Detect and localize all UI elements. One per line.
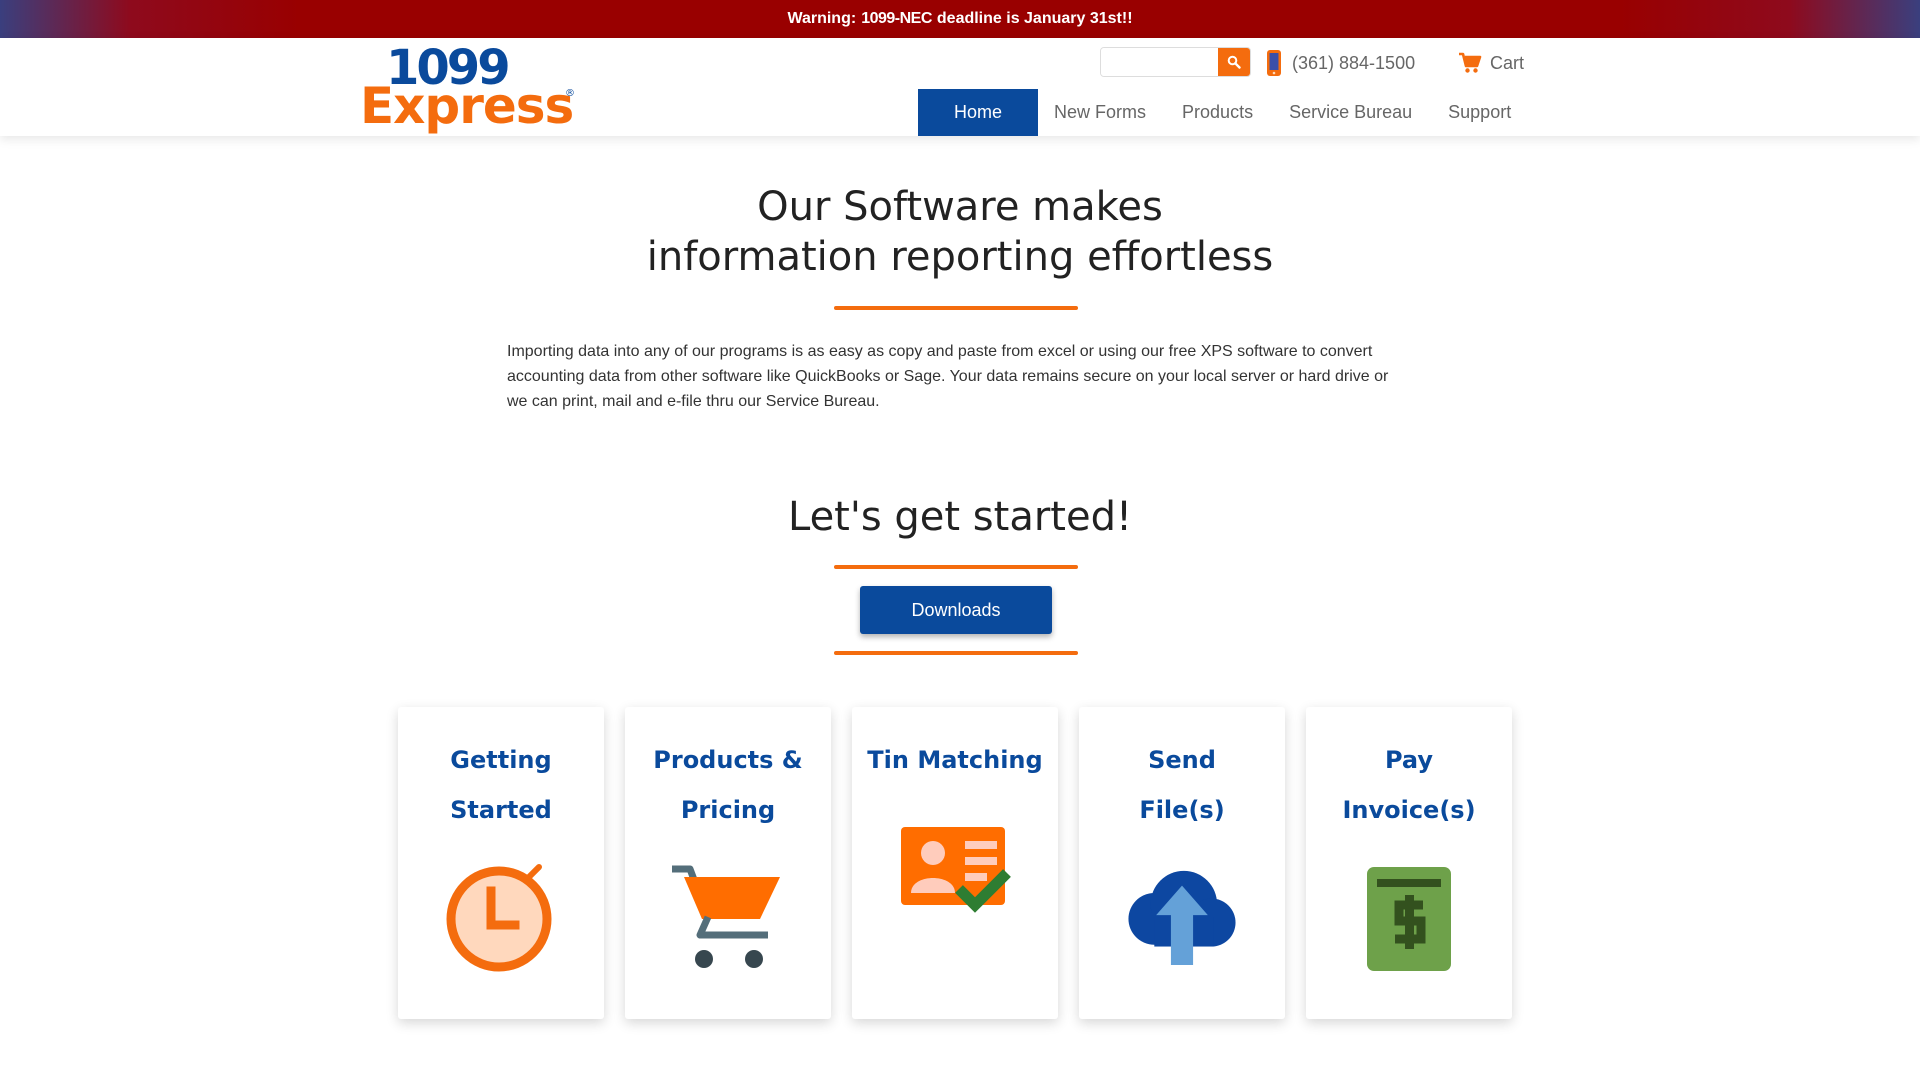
downloads-divider xyxy=(834,651,1078,655)
phone-icon xyxy=(1267,50,1281,76)
nav-home[interactable]: Home xyxy=(918,89,1039,136)
hero-title: Our Software makes information reporting… xyxy=(0,182,1920,282)
card-title-line1: Getting xyxy=(450,746,552,774)
search-button[interactable] xyxy=(1218,48,1250,76)
hero-divider xyxy=(834,306,1078,310)
nav-new-forms[interactable]: New Forms xyxy=(1038,89,1164,136)
hero-title-line1: Our Software makes xyxy=(757,184,1163,230)
hero-title-line2: information reporting effortless xyxy=(646,234,1274,280)
main-nav: Home New Forms Products Service Bureau S… xyxy=(918,89,1529,136)
card-title-line2: File(s) xyxy=(1139,796,1225,824)
card-title-line2: Pricing xyxy=(680,796,776,824)
cart-link[interactable]: Cart xyxy=(1458,48,1524,78)
warning-prefix: Warning: xyxy=(787,10,857,27)
warning-suffix: deadline is January 31st!! xyxy=(936,10,1133,27)
card-tin-matching[interactable]: Tin Matching xyxy=(852,707,1058,1019)
card-title: Getting Started xyxy=(398,735,604,835)
cart-icon xyxy=(1459,52,1482,73)
card-title: Send File(s) xyxy=(1079,735,1285,835)
card-title: Products & Pricing xyxy=(625,735,831,835)
card-pay-invoices[interactable]: Pay Invoice(s) xyxy=(1306,707,1512,1019)
phone-number: (361) 884-1500 xyxy=(1292,52,1416,73)
card-send-files[interactable]: Send File(s) xyxy=(1079,707,1285,1019)
card-title-line1: Send xyxy=(1148,746,1216,774)
logo-registered-mark: ® xyxy=(565,88,575,99)
site-header: 1099 Express ® (361) 884-1500 Cart Home … xyxy=(0,38,1920,136)
card-title: Tin Matching xyxy=(852,735,1058,785)
nav-support[interactable]: Support xyxy=(1430,89,1529,136)
shopping-cart-icon xyxy=(672,865,780,968)
id-card-check-icon xyxy=(901,827,1011,913)
logo-line2: Express xyxy=(360,77,574,135)
cart-label: Cart xyxy=(1490,52,1525,73)
card-title: Pay Invoice(s) xyxy=(1306,735,1512,835)
card-title-line1: Tin Matching xyxy=(867,746,1043,774)
intro-paragraph: Importing data into any of our programs … xyxy=(507,343,1389,410)
nav-products[interactable]: Products xyxy=(1164,89,1271,136)
nav-service-bureau[interactable]: Service Bureau xyxy=(1271,89,1430,136)
stopwatch-icon xyxy=(446,864,552,972)
search-input[interactable] xyxy=(1101,48,1219,76)
warning-form: 1099-NEC xyxy=(861,10,932,27)
get-started-divider xyxy=(834,565,1078,569)
card-title-line1: Products & xyxy=(653,746,803,774)
invoice-dollar-icon xyxy=(1367,867,1451,971)
card-title-line2: Invoice(s) xyxy=(1342,796,1476,824)
get-started-heading: Let's get started! xyxy=(787,494,1133,540)
search-box xyxy=(1100,47,1251,77)
card-title-line2: Started xyxy=(450,796,552,824)
search-icon xyxy=(1227,55,1241,69)
cloud-upload-icon xyxy=(1128,870,1236,965)
card-products-pricing[interactable]: Products & Pricing xyxy=(625,707,831,1019)
downloads-button[interactable]: Downloads xyxy=(860,586,1052,634)
site-logo[interactable]: 1099 Express ® xyxy=(360,42,580,136)
card-getting-started[interactable]: Getting Started xyxy=(398,707,604,1019)
warning-banner: Warning: 1099-NEC deadline is January 31… xyxy=(0,0,1920,38)
card-title-line1: Pay xyxy=(1384,746,1434,774)
phone-contact[interactable]: (361) 884-1500 xyxy=(1266,48,1415,78)
